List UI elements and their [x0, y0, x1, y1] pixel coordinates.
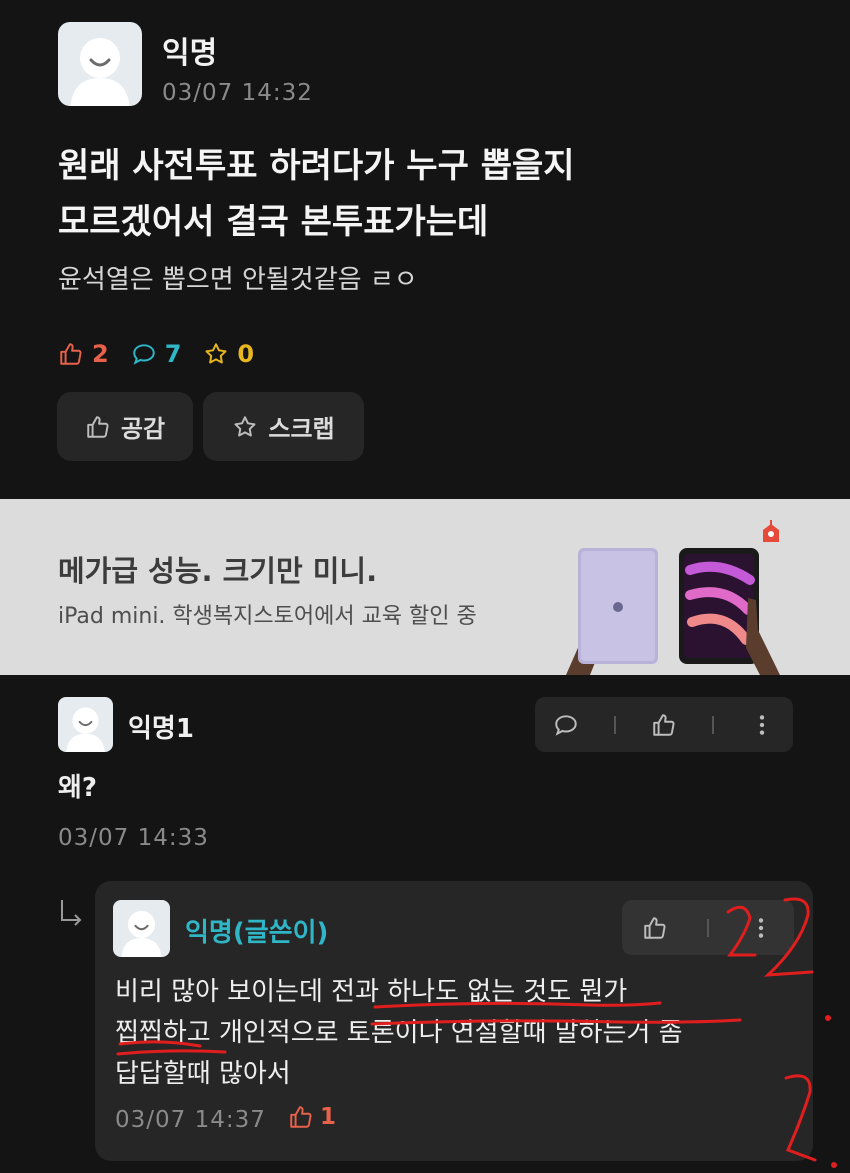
reply-text-line: 찝찝하고 개인적으로 토론이나 연설할때 말하는거 좀	[115, 1018, 683, 1048]
divider	[706, 918, 709, 937]
reply-text-line: 답답할때 많아서	[115, 1059, 291, 1089]
ad-subline: iPad mini. 학생복지스토어에서 교육 할인 중	[58, 604, 477, 629]
reply-action-bar	[622, 900, 794, 955]
post-author: 익명	[162, 36, 218, 71]
scrap-button[interactable]: 스크랩	[203, 392, 364, 461]
scrap-count: 0	[203, 340, 254, 368]
ad-badge-icon	[763, 520, 779, 542]
speech-bubble-icon	[132, 344, 155, 365]
speech-bubble-icon[interactable]	[553, 712, 579, 738]
divider	[613, 715, 616, 734]
star-icon	[234, 415, 256, 437]
star-icon	[205, 343, 227, 364]
post-title: 원래 사전투표 하려다가 누구 뽑을지 모르겠어서 결국 본투표가는데	[58, 138, 818, 250]
more-vertical-icon[interactable]	[749, 712, 775, 738]
thumbs-up-icon	[290, 1106, 312, 1128]
post-title-line: 모르겠어서 결국 본투표가는데	[58, 202, 489, 242]
thumbs-up-icon[interactable]	[651, 712, 677, 738]
comment-timestamp: 03/07 14:33	[58, 825, 209, 851]
thumbs-up-icon	[87, 415, 109, 438]
reply-text: 비리 많아 보이는데 전과 하나도 없는 것도 뭔가 찝찝하고 개인적으로 토론…	[115, 972, 805, 1095]
reply-like-count: 1	[288, 1104, 336, 1130]
divider	[712, 715, 715, 734]
reply-author: 익명(글쓴이)	[185, 918, 329, 948]
ad-product-image	[566, 548, 780, 675]
comment-avatar	[58, 697, 113, 752]
comment-action-bar	[535, 697, 793, 752]
post-avatar	[58, 22, 142, 106]
like-button[interactable]: 공감	[57, 392, 193, 461]
post-stats: 2 7 0	[58, 340, 276, 368]
post-body: 윤석열은 뽑으면 안될것같음 ㄹㅇ	[58, 265, 418, 295]
comment-count: 7	[131, 340, 181, 368]
thumbs-up-icon	[60, 343, 82, 365]
ad-headline: 메가급 성능. 크기만 미니.	[58, 554, 378, 588]
post-timestamp: 03/07 14:32	[162, 80, 313, 106]
comment-text: 왜?	[58, 773, 98, 803]
thumbs-up-icon[interactable]	[642, 915, 668, 941]
reply-arrow-icon	[61, 900, 82, 926]
more-vertical-icon[interactable]	[748, 915, 774, 941]
reply-avatar	[113, 900, 170, 957]
post-title-line: 원래 사전투표 하려다가 누구 뽑을지	[58, 146, 575, 186]
reply-timestamp: 03/07 14:37	[115, 1107, 266, 1133]
like-count: 2	[58, 340, 109, 368]
reply-text-line: 비리 많아 보이는데 전과 하나도 없는 것도 뭔가	[115, 977, 628, 1007]
comment-author: 익명1	[128, 714, 194, 744]
